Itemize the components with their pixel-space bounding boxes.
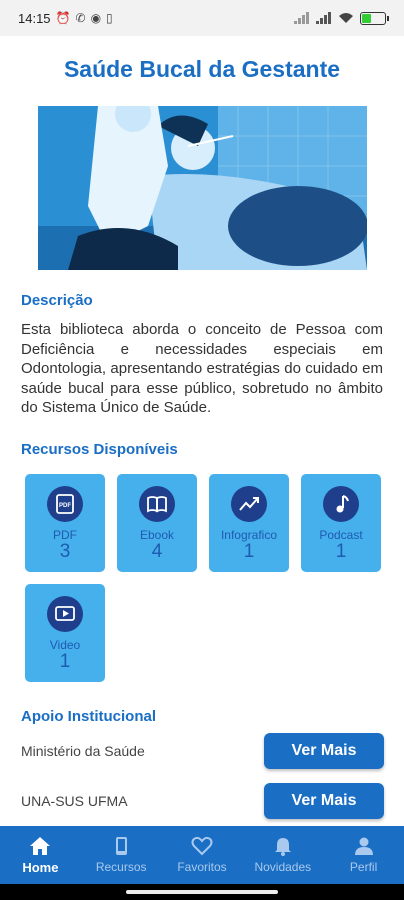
bottom-nav: Home Recursos Favoritos Novidades Perfil (0, 826, 404, 884)
battery-icon (360, 11, 389, 25)
signal-2-icon (316, 12, 331, 24)
alarm-icon: ⏰ (55, 11, 71, 25)
whatsapp-icon: ✆ (75, 11, 86, 25)
resource-count: 3 (59, 541, 71, 562)
nav-label-recursos: Recursos (95, 860, 147, 874)
book-icon (139, 486, 175, 522)
wifi-icon (339, 13, 353, 23)
home-icon (30, 837, 51, 855)
notification-icon: ◉ (90, 11, 102, 25)
status-bar: 14:15 ⏰ ✆ ◉ ▯ (0, 0, 404, 36)
chart-icon (231, 486, 267, 522)
nav-label-home: Home (22, 860, 59, 875)
resource-label: PDF (53, 528, 77, 542)
heart-icon (191, 836, 213, 856)
resource-card-infografico[interactable]: Infografico 1 (209, 474, 289, 572)
support-name-unasus: UNA-SUS UFMA (21, 793, 128, 809)
gesture-bar (0, 884, 404, 900)
support-heading: Apoio Institucional (21, 708, 156, 725)
description-text: Esta biblioteca aborda o conceito de Pes… (21, 321, 383, 416)
pdf-icon: PDF (47, 486, 83, 522)
device-icon (116, 837, 128, 855)
nav-item-favoritos[interactable]: Favoritos (162, 826, 243, 884)
nav-item-novidades[interactable]: Novidades (242, 826, 323, 884)
music-note-icon (323, 486, 359, 522)
resource-count: 1 (243, 541, 255, 562)
status-time: 14:15 (18, 10, 51, 26)
resource-count: 1 (335, 541, 347, 562)
resources-heading: Recursos Disponíveis (21, 441, 178, 458)
resource-label: Podcast (319, 528, 363, 542)
ver-mais-button-unasus[interactable]: Ver Mais (264, 783, 384, 819)
nav-item-recursos[interactable]: Recursos (81, 826, 162, 884)
video-icon (47, 596, 83, 632)
bell-icon (274, 838, 291, 856)
home-gesture-handle[interactable] (126, 890, 278, 894)
app-notification-icon: ▯ (106, 11, 113, 25)
ver-mais-button-ministerio[interactable]: Ver Mais (264, 733, 384, 769)
person-icon (354, 837, 373, 855)
nav-label-favoritos: Favoritos (177, 860, 227, 874)
resource-count: 4 (151, 541, 163, 562)
nav-item-perfil[interactable]: Perfil (323, 826, 404, 884)
resource-label: Video (49, 638, 81, 652)
nav-label-novidades: Novidades (254, 860, 312, 874)
description-heading: Descrição (21, 292, 93, 309)
resource-card-podcast[interactable]: Podcast 1 (301, 474, 381, 572)
resource-card-pdf[interactable]: PDF PDF 3 (25, 474, 105, 572)
support-name-ministerio: Ministério da Saúde (21, 743, 145, 759)
signal-icon (294, 12, 309, 24)
resource-card-ebook[interactable]: Ebook 4 (117, 474, 197, 572)
svg-text:PDF: PDF (59, 503, 71, 509)
hero-image (38, 106, 367, 270)
resource-count: 1 (59, 651, 71, 672)
resource-card-video[interactable]: Video 1 (25, 584, 105, 682)
nav-item-home[interactable]: Home (0, 826, 81, 884)
nav-label-perfil: Perfil (349, 860, 378, 874)
resource-label: Ebook (139, 528, 175, 542)
resource-label: Infografico (220, 528, 278, 542)
page-title: Saúde Bucal da Gestante (63, 56, 341, 82)
